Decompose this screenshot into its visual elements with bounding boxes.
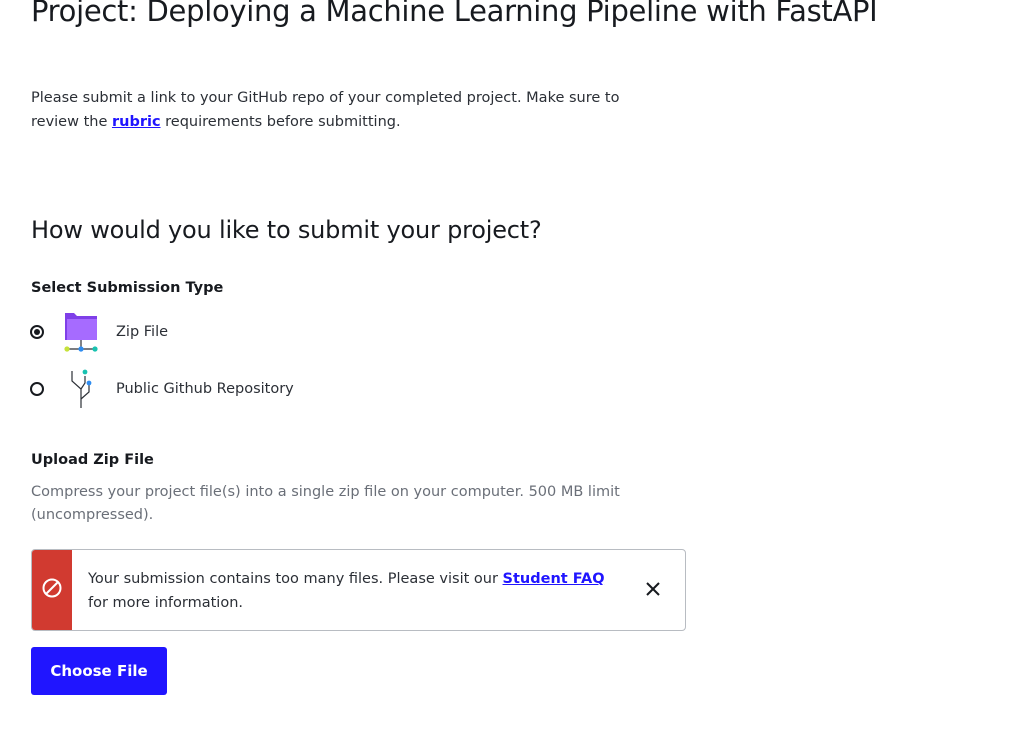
upload-heading: Upload Zip File: [31, 452, 154, 468]
student-faq-link[interactable]: Student FAQ: [503, 571, 605, 587]
github-repository-label: Public Github Repository: [116, 381, 294, 397]
zip-file-radio[interactable]: [30, 325, 44, 339]
intro-text: Please submit a link to your GitHub repo…: [31, 86, 671, 134]
github-repository-radio[interactable]: [30, 382, 44, 396]
upload-help-text: Compress your project file(s) into a sin…: [31, 484, 620, 523]
alert-message-start: Your submission contains too many files.…: [88, 571, 503, 587]
alert-message: Your submission contains too many files.…: [88, 567, 628, 630]
submission-heading: How would you like to submit your projec…: [31, 216, 542, 244]
page-title: Project: Deploying a Machine Learning Pi…: [31, 0, 878, 28]
alert-status-bar: [32, 550, 72, 630]
choose-file-button[interactable]: Choose File: [31, 647, 167, 695]
rubric-link[interactable]: rubric: [112, 114, 161, 130]
submission-page: Project: Deploying a Machine Learning Pi…: [0, 0, 1031, 748]
folder-network-icon: [62, 312, 102, 352]
close-icon[interactable]: [645, 581, 661, 597]
intro-text-end: requirements before submitting.: [160, 114, 401, 130]
prohibited-icon: [41, 577, 63, 603]
error-alert: Your submission contains too many files.…: [31, 549, 686, 631]
zip-file-label: Zip File: [116, 324, 169, 340]
submission-type-label: Select Submission Type: [31, 280, 224, 296]
alert-message-end: for more information.: [88, 595, 244, 611]
option-github-repository[interactable]: Public Github Repository: [30, 369, 294, 409]
option-zip-file[interactable]: Zip File: [30, 312, 168, 352]
git-branch-icon: [62, 369, 102, 409]
